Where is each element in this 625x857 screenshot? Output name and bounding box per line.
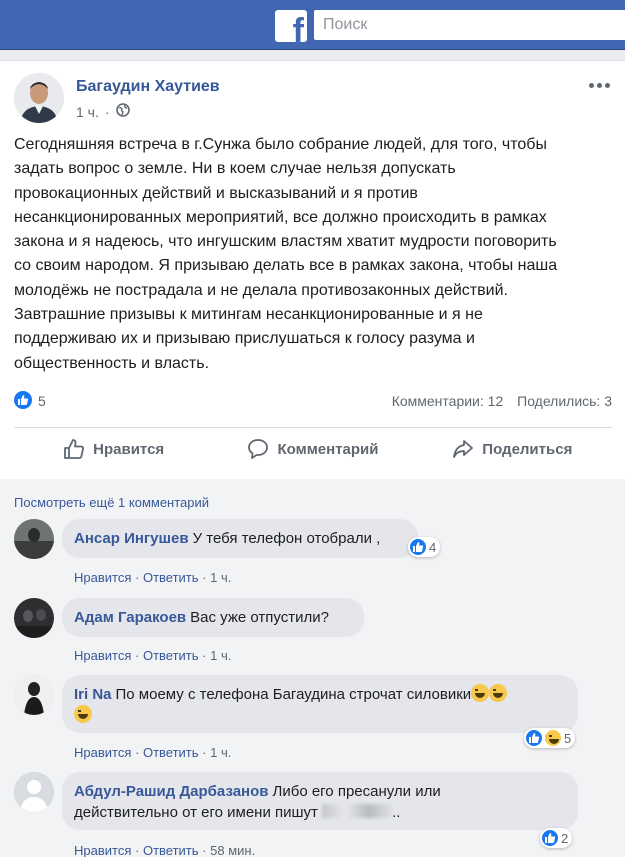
blurred-text [322,804,393,818]
like-button[interactable]: Нравится [14,429,213,469]
comment-time[interactable]: 1 ч. [210,570,231,585]
commenter-name[interactable]: Адам Гаракоев [74,609,186,626]
commenter-avatar[interactable] [14,675,54,715]
search-input[interactable]: Поиск [314,10,625,40]
reaction-count: 5 [564,730,572,746]
divider [14,427,612,428]
comment-reply-button[interactable]: Ответить [143,570,199,585]
comment-bubble: Адам Гаракоев Вас уже отпустили? [62,598,364,637]
like-reaction-icon [410,539,426,555]
reaction-count: 4 [429,539,437,555]
separator-dot: · [104,103,110,120]
comment-reply-button[interactable]: Ответить [143,745,199,760]
comment-reactions[interactable]: 2 [540,828,573,848]
commenter-name[interactable]: Ансар Ингушев [74,530,189,547]
comment-like-button[interactable]: Нравится [74,648,131,663]
comment-like-button[interactable]: Нравится [74,745,131,760]
reaction-count: 2 [561,830,569,846]
comment-like-button[interactable]: Нравится [74,843,131,857]
comment-time[interactable]: 1 ч. [210,745,231,760]
comments-count[interactable]: Комментарии: 12 [392,393,504,409]
comment-time[interactable]: 1 ч. [210,648,231,663]
comments-section: Посмотреть ещё 1 комментарий Ансар Ингуш… [0,479,625,857]
post-card: Багаудин Хаутиев 1 ч. · Сегодняшняя встр… [0,60,625,857]
comment-like-button[interactable]: Нравится [74,570,131,585]
globe-icon[interactable] [115,103,130,120]
comment-text: Вас уже отпустили? [190,609,329,626]
comment-button[interactable]: Комментарий [213,429,412,469]
shares-count[interactable]: Поделились: 3 [517,393,612,409]
comment-text: действительно от его имени пишут [74,804,318,821]
view-more-comments-link[interactable]: Посмотреть ещё 1 комментарий [14,495,209,510]
comment-actions: Нравится · Ответить · 1 ч. [74,570,232,585]
thumbs-up-icon [64,439,85,459]
like-reaction-icon [542,830,558,846]
commenter-avatar[interactable] [14,772,54,812]
comment-reactions[interactable]: 4 [408,537,441,557]
comment-icon [248,439,269,459]
post-stats: 5 Комментарии: 12 Поделились: 3 [14,391,612,413]
comment-bubble: Абдул-Рашид Дарбазанов Либо его пресанули… [62,772,578,830]
commenter-name[interactable]: Iri Na [74,686,112,703]
comment-bubble: Ансар Ингушев У тебя телефон отобрали , [62,519,418,558]
commenter-avatar[interactable] [14,519,54,559]
more-options-icon[interactable] [587,75,611,95]
comment-time[interactable]: 58 мин. [210,843,255,857]
like-reaction-icon [526,730,542,746]
laughing-emoji-icon [74,705,92,723]
laughing-emoji-icon [471,684,490,702]
comment-reply-button[interactable]: Ответить [143,843,199,857]
post-actions: Нравится Комментарий Поделиться [14,429,612,469]
comment-text: .. [392,804,401,821]
comment-text: По моему с телефона Багаудина строчат си… [115,686,472,703]
share-button[interactable]: Поделиться [413,429,612,469]
likes-count[interactable]: 5 [38,393,46,409]
comment-text: Либо его пресанули или [272,783,441,800]
author-avatar[interactable] [14,73,64,123]
like-reaction-icon[interactable] [14,391,32,410]
comment-actions: Нравится · Ответить · 1 ч. [74,648,232,663]
comment-text: У тебя телефон отобрали , [192,530,381,547]
post-text: Сегодняшняя встреча в г.Сунжа было собра… [14,136,558,372]
laughing-emoji-icon [489,684,508,702]
comment-reactions[interactable]: 5 [524,728,576,748]
comment-reply-button[interactable]: Ответить [143,648,199,663]
share-icon [453,440,474,458]
facebook-logo-icon[interactable]: f [275,10,307,42]
post-author-name[interactable]: Багаудин Хаутиев [76,78,220,96]
top-bar: f Поиск [0,0,625,50]
comment-actions: Нравится · Ответить · 58 мин. [74,843,256,857]
comment-actions: Нравится · Ответить · 1 ч. [74,745,232,760]
post-time[interactable]: 1 ч. [76,104,99,120]
commenter-name[interactable]: Абдул-Рашид Дарбазанов [74,783,269,800]
commenter-avatar[interactable] [14,598,54,638]
haha-reaction-icon [545,730,561,746]
comment-bubble: Iri Na По моему с телефона Багаудина стро… [62,675,578,733]
post-meta: 1 ч. · [76,103,130,120]
